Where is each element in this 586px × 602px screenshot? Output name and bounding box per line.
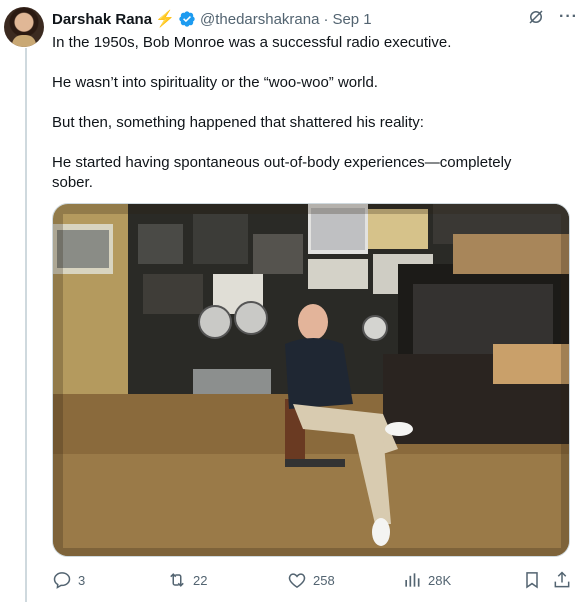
tweet-actions: 3 22 258 28K <box>52 570 570 590</box>
reply-icon <box>53 572 71 589</box>
like-count: 258 <box>313 572 335 588</box>
bookmark-icon <box>526 572 538 589</box>
thread-line <box>25 48 27 602</box>
reply-count: 3 <box>78 572 86 588</box>
photo-studio-scene <box>53 204 569 556</box>
author-handle[interactable]: @thedarshakrana <box>200 11 319 28</box>
views-button[interactable]: 28K <box>402 570 451 590</box>
tweet-date[interactable]: Sep 1 <box>332 11 371 28</box>
share-button[interactable] <box>552 570 572 590</box>
views-icon <box>405 573 420 587</box>
repost-icon <box>170 573 184 587</box>
share-icon <box>554 571 570 588</box>
avatar[interactable] <box>4 7 44 47</box>
tweet-paragraph: But then, something happened that shatte… <box>52 114 424 131</box>
repost-count: 22 <box>193 572 208 588</box>
tweet-paragraph: He wasn’t into spirituality or the “woo-… <box>52 74 378 91</box>
like-icon <box>288 573 306 588</box>
tweet-paragraph: In the 1950s, Bob Monroe was a successfu… <box>52 34 452 51</box>
tweet-header: Darshak Rana ⚡ @thedarshakrana · Sep 1 <box>52 9 372 29</box>
tweet-text: In the 1950s, Bob Monroe was a successfu… <box>52 33 552 213</box>
grok-icon[interactable] <box>527 8 545 26</box>
tweet-paragraph: He started having spontaneous out-of-bod… <box>52 154 512 191</box>
separator-dot: · <box>323 10 329 28</box>
lightning-bolt-icon: ⚡ <box>155 11 175 28</box>
avatar-shirt <box>12 35 36 47</box>
top-actions: ··· <box>527 8 578 26</box>
like-button[interactable]: 258 <box>287 570 335 590</box>
more-icon[interactable]: ··· <box>559 8 578 26</box>
reply-button[interactable]: 3 <box>52 570 85 590</box>
bookmark-button[interactable] <box>522 570 542 590</box>
author-name[interactable]: Darshak Rana <box>52 11 152 28</box>
repost-button[interactable]: 22 <box>167 570 207 590</box>
tweet-photo[interactable] <box>52 203 570 557</box>
views-count: 28K <box>428 572 452 588</box>
verified-badge-icon[interactable] <box>178 10 196 28</box>
